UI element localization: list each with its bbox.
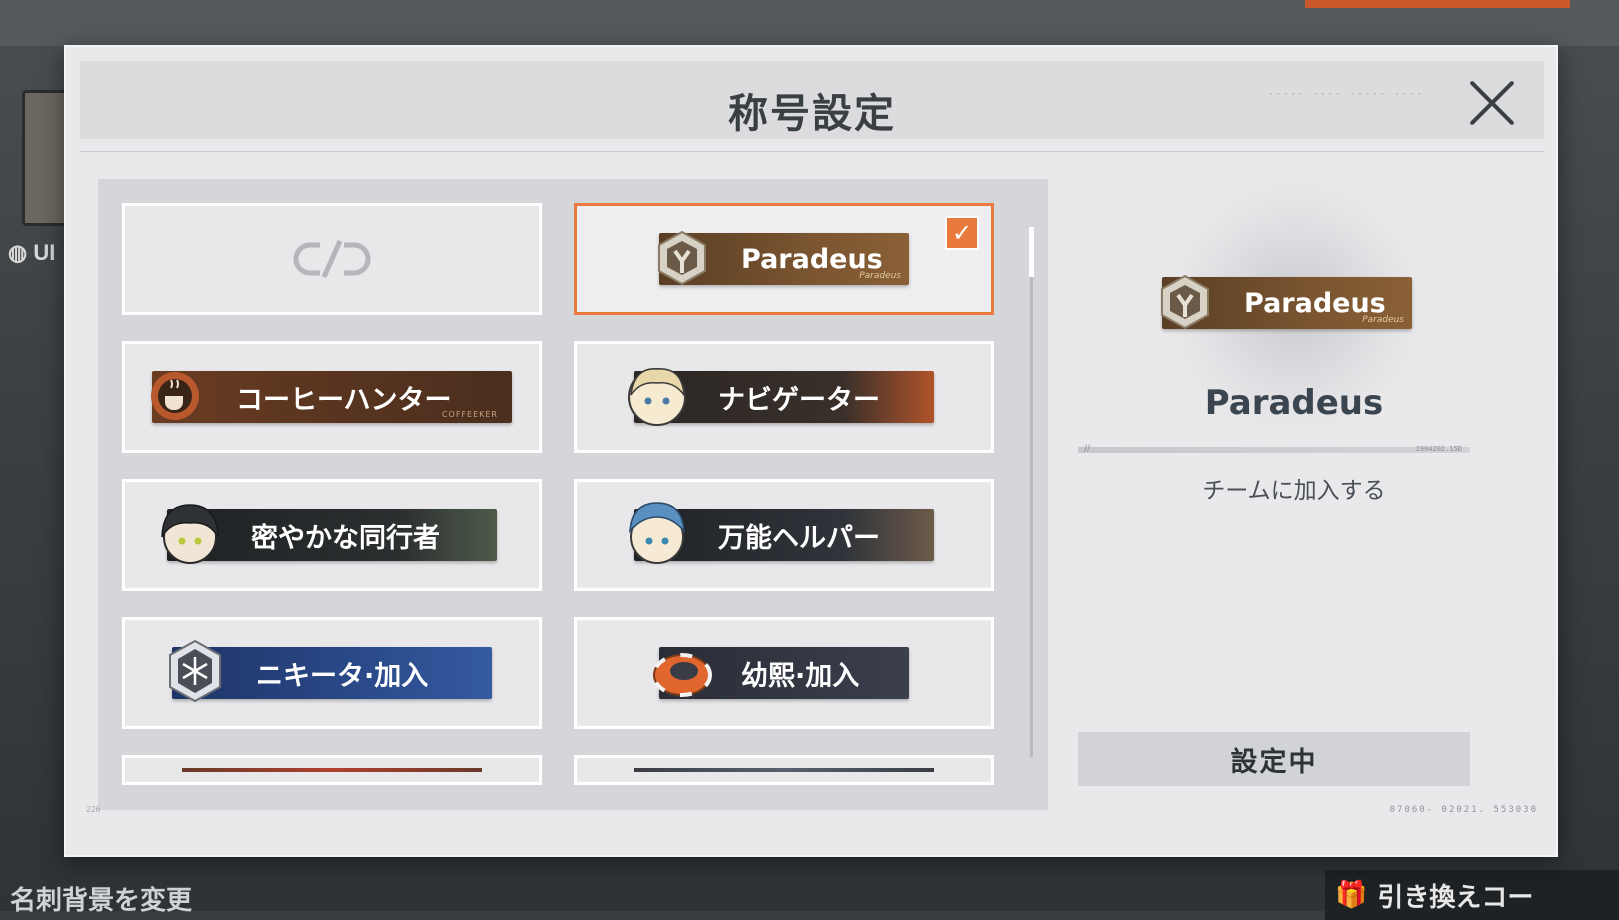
background-accent-bar — [1305, 0, 1570, 8]
detail-title-name: Paradeus — [1204, 383, 1384, 423]
title-label: コーヒーハンター — [236, 384, 452, 416]
title-list-panel[interactable]: Paradeus Paradeus ✓ コーヒーハンター COFFEEKER ナ… — [98, 179, 1048, 810]
title-settings-modal: 称号設定 ----- ---- ----- ---- Paradeus Para… — [64, 45, 1558, 857]
title-card-nikita-join[interactable]: ニキータ·加入 — [122, 617, 542, 729]
title-card-partial[interactable] — [574, 755, 994, 785]
snowflake-badge-icon — [162, 637, 228, 707]
redeem-code-button[interactable]: 🎁 引き換えコー — [1325, 870, 1619, 920]
detail-preview: Paradeus Paradeus — [1161, 274, 1412, 330]
scrollbar-track[interactable] — [1030, 227, 1033, 757]
title-card-partial[interactable] — [122, 755, 542, 785]
modal-header: 称号設定 ----- ---- ----- ---- — [80, 61, 1544, 139]
title-label: Paradeus — [741, 243, 883, 275]
footer-code-right: 07060- 02021. 553030 — [1389, 805, 1538, 815]
coffee-cup-icon — [142, 361, 208, 431]
title-banner: 幼熙·加入 — [652, 647, 909, 699]
title-banner: 密やかな同行者 — [161, 504, 497, 564]
title-card-coffee-hunter[interactable]: コーヒーハンター COFFEEKER — [122, 341, 542, 453]
background-ui-icon: ◍ — [8, 240, 34, 265]
divider-code: 1904202.15D — [1415, 445, 1462, 453]
title-label: 幼熙·加入 — [741, 660, 860, 692]
checkmark-icon: ✓ — [945, 216, 979, 250]
title-label: 密やかな同行者 — [251, 522, 440, 554]
title-card-navigator[interactable]: ナビゲーター — [574, 341, 994, 453]
chibi-blue-cap-icon — [624, 499, 690, 569]
title-banner-partial — [634, 768, 934, 772]
unlink-icon — [293, 239, 371, 279]
title-card-none[interactable] — [122, 203, 542, 315]
detail-divider: // 1904202.15D — [1078, 444, 1470, 454]
gift-icon: 🎁 — [1335, 880, 1368, 910]
detail-banner: Paradeus Paradeus — [1161, 274, 1412, 330]
title-banner: ナビゲーター — [628, 368, 934, 426]
title-banner: コーヒーハンター COFFEEKER — [151, 371, 512, 423]
header-divider — [80, 151, 1544, 152]
paradeus-emblem-icon — [1152, 267, 1218, 337]
detail-banner-label: Paradeus — [1244, 287, 1386, 319]
title-grid: Paradeus Paradeus ✓ コーヒーハンター COFFEEKER ナ… — [122, 203, 998, 785]
close-icon[interactable] — [1466, 77, 1518, 129]
paradeus-emblem-icon — [649, 223, 715, 293]
title-banner: Paradeus Paradeus — [658, 230, 909, 286]
detail-description: チームに加入する — [1202, 478, 1386, 504]
chibi-blonde-icon — [624, 361, 690, 431]
header-decoration: ----- ---- ----- ---- — [1268, 89, 1424, 99]
chibi-dark-hood-icon — [157, 499, 223, 569]
title-card-paradeus[interactable]: Paradeus Paradeus ✓ — [574, 203, 994, 315]
scrollbar-thumb[interactable] — [1029, 227, 1034, 277]
background-left-label: ◍ UI — [8, 240, 56, 265]
title-banner: 万能ヘルパー — [629, 502, 934, 564]
title-card-all-round-helper[interactable]: 万能ヘルパー — [574, 479, 994, 591]
title-banner: ニキータ·加入 — [169, 639, 492, 703]
ring-badge-icon — [649, 637, 715, 707]
change-card-background-link[interactable]: 名刺背景を変更 — [10, 880, 192, 917]
footer-code-left: 226 — [86, 805, 101, 814]
title-label: 万能ヘルパー — [718, 522, 880, 554]
title-card-youxi-join[interactable]: 幼熙·加入 — [574, 617, 994, 729]
title-label: ニキータ·加入 — [256, 660, 429, 692]
equipped-status-button[interactable]: 設定中 — [1078, 732, 1470, 786]
title-card-secret-companion[interactable]: 密やかな同行者 — [122, 479, 542, 591]
title-banner-partial — [182, 768, 482, 772]
title-label: ナビゲーター — [718, 384, 880, 416]
divider-marks: // — [1084, 444, 1091, 454]
